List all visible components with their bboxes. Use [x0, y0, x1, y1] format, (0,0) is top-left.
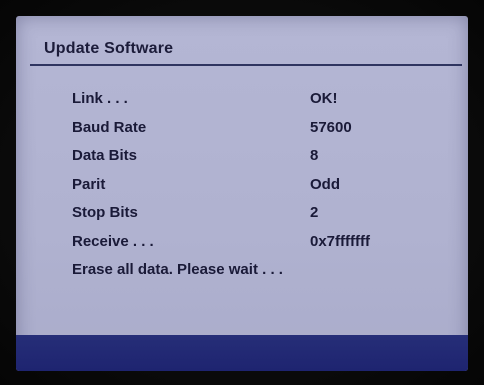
status-list: Link . . . OK! Baud Rate 57600 Data Bits…	[72, 90, 452, 290]
status-row-receive: Receive . . . 0x7fffffff	[72, 233, 452, 262]
title-divider	[30, 64, 462, 66]
data-bits-value: 8	[310, 147, 319, 164]
data-bits-label: Data Bits	[72, 147, 138, 164]
baud-rate-value: 57600	[310, 118, 352, 136]
baud-rate-label: Baud Rate	[72, 118, 147, 136]
link-value: OK!	[310, 90, 338, 107]
status-row-parity: Parit Odd	[72, 176, 452, 205]
footer-bar	[16, 335, 468, 371]
link-label: Link . . .	[72, 90, 128, 107]
update-software-screen: Update Software Link . . . OK! Baud Rate…	[16, 16, 468, 371]
status-row-data-bits: Data Bits 8	[72, 147, 452, 176]
parity-value: Odd	[310, 175, 340, 193]
receive-value: 0x7fffffff	[310, 232, 370, 250]
stop-bits-label: Stop Bits	[72, 204, 138, 221]
status-row-stop-bits: Stop Bits 2	[72, 204, 452, 233]
receive-label: Receive . . .	[72, 232, 154, 250]
stop-bits-value: 2	[310, 204, 319, 221]
erase-message: Erase all data. Please wait . . .	[72, 261, 283, 278]
status-row-baud-rate: Baud Rate 57600	[72, 119, 452, 148]
status-row-message: Erase all data. Please wait . . .	[72, 261, 452, 290]
screen-title: Update Software	[44, 40, 174, 57]
status-row-link: Link . . . OK!	[72, 90, 452, 119]
parity-label: Parit	[72, 175, 106, 193]
